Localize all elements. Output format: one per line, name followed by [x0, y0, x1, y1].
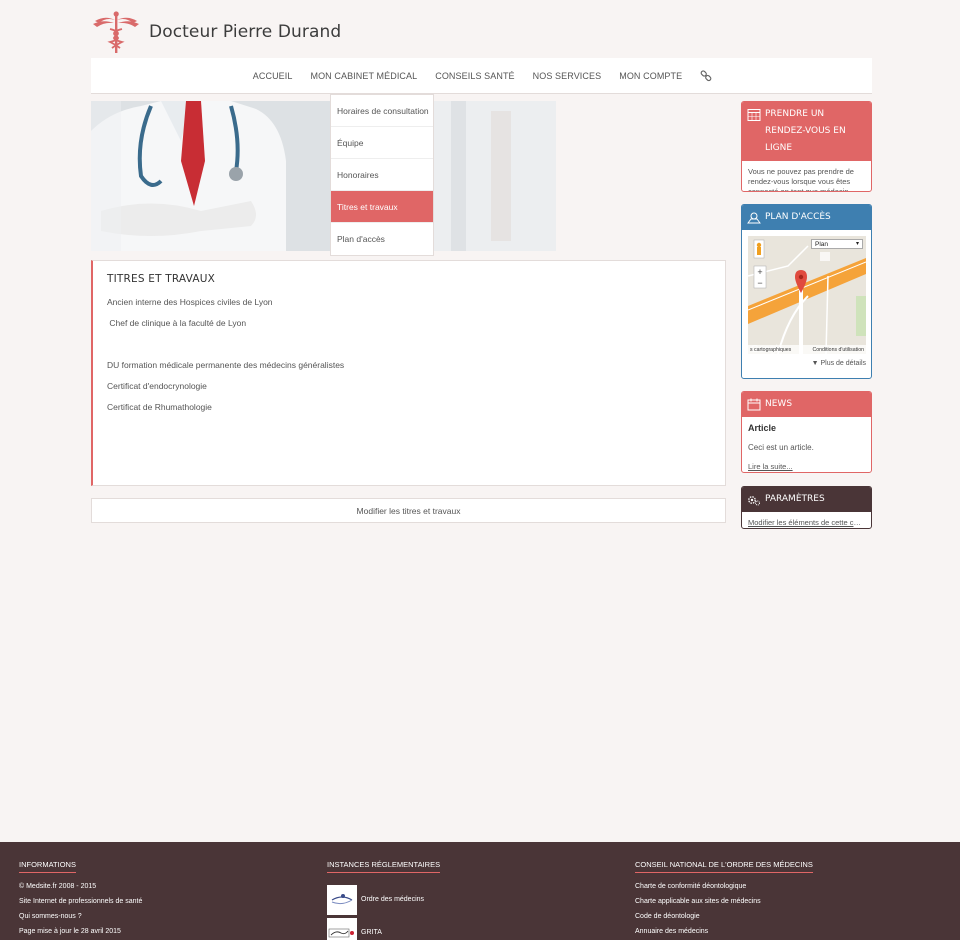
- news-article-title[interactable]: Article: [748, 423, 865, 433]
- calendar-icon: [747, 398, 761, 411]
- cabinet-dropdown-menu: Horaires de consultation Équipe Honorair…: [330, 94, 434, 256]
- grita-logo-icon: [327, 917, 357, 940]
- content-line: Ancien interne des Hospices civiles de L…: [107, 297, 273, 307]
- footer-link[interactable]: Site Internet de professionnels de santé: [19, 898, 142, 913]
- footer-instance-label: Ordre des médecins: [361, 896, 425, 903]
- nav-item-accueil[interactable]: Accueil: [244, 58, 302, 93]
- content-line: Chef de clinique à la faculté de Lyon: [107, 318, 247, 328]
- page-title: Titres et travaux: [107, 273, 216, 285]
- footer-link[interactable]: Charte de conformité déontologique: [635, 883, 813, 898]
- footer-link[interactable]: Charte applicable aux sites de médecins: [635, 898, 813, 913]
- footer-link[interactable]: Code de déontologie: [635, 913, 813, 928]
- footer-title-informations: Informations: [19, 860, 76, 873]
- map-terms-link[interactable]: Conditions d'utilisation: [813, 347, 864, 353]
- site-footer: Informations © Medsite.fr 2008 - 2015 Si…: [0, 842, 960, 940]
- gear-icon: [748, 496, 760, 506]
- widget-title-rdv[interactable]: Prendre un rendez-vous en ligne: [765, 106, 866, 157]
- footer-instance-grita[interactable]: GRITA: [327, 916, 440, 940]
- widget-header-rdv: Prendre un rendez-vous en ligne: [742, 102, 871, 161]
- footer-col-instances: Instances réglementaires Ordre des médec…: [327, 854, 441, 940]
- menu-item-titres-travaux[interactable]: Titres et travaux: [331, 191, 433, 223]
- widget-title-map[interactable]: Plan d'accès: [765, 209, 831, 226]
- footer-copyright: © Medsite.fr 2008 - 2015: [19, 883, 97, 890]
- nav-item-conseils-sante[interactable]: Conseils santé: [426, 58, 523, 93]
- hero-image-doctor: [91, 101, 556, 251]
- site-header: Docteur Pierre Durand: [91, 8, 341, 56]
- content-line-empty: [107, 339, 711, 360]
- nav-item-mon-compte[interactable]: Mon compte: [610, 58, 691, 93]
- svg-text:+: +: [757, 267, 762, 277]
- chevron-down-icon: ▾: [855, 241, 859, 247]
- widget-title-params: Paramètres: [765, 494, 825, 504]
- menu-item-equipe[interactable]: Équipe: [331, 127, 433, 159]
- news-article-text: Ceci est un article.: [748, 443, 814, 452]
- footer-link[interactable]: Qui sommes-nous ?: [19, 913, 142, 928]
- widget-header-params: Paramètres: [742, 487, 871, 512]
- titres-travaux-panel: Titres et travaux Ancien interne des Hos…: [91, 260, 726, 486]
- widget-news: News Article Ceci est un article. Lire l…: [741, 391, 872, 473]
- caduceus-logo-icon: [93, 11, 139, 53]
- content-line: DU formation médicale permanente des méd…: [107, 360, 345, 370]
- map-more-details-link[interactable]: ▼ Plus de détails: [742, 354, 871, 367]
- footer-title-conseil: Conseil national de l'ordre des médecins: [635, 860, 813, 873]
- map-type-select[interactable]: Plan ▾: [811, 239, 863, 249]
- widget-header-news: News: [742, 392, 871, 417]
- edit-titres-button[interactable]: Modifier les titres et travaux: [91, 498, 726, 523]
- map-footer: s cartographiques Conditions d'utilisati…: [748, 345, 866, 354]
- content-line: Certificat d'endocrynologie: [107, 381, 207, 391]
- news-read-more-link[interactable]: Lire la suite...: [748, 462, 865, 472]
- map-type-label: Plan: [815, 241, 829, 248]
- calendar-icon: [747, 109, 761, 121]
- footer-instance-label: GRITA: [361, 929, 382, 936]
- widget-plan-acces: Plan d'accès + − Google Plan ▾: [741, 204, 872, 379]
- footer-col-informations: Informations © Medsite.fr 2008 - 2015 Si…: [19, 854, 142, 940]
- nav-item-nos-services[interactable]: Nos services: [524, 58, 611, 93]
- ordre-medecins-logo-icon: [327, 884, 357, 915]
- site-title[interactable]: Docteur Pierre Durand: [149, 22, 341, 42]
- main-navbar: Accueil Mon cabinet médical Conseils san…: [91, 58, 872, 94]
- widget-parametres: Paramètres Modifier les éléments de cett…: [741, 486, 872, 529]
- nav-item-links[interactable]: [691, 58, 721, 93]
- params-edit-link[interactable]: Modifier les éléments de cette colonne: [748, 518, 865, 528]
- nav-item-mon-cabinet[interactable]: Mon cabinet médical: [301, 58, 426, 93]
- footer-instance-ordre[interactable]: Ordre des médecins: [327, 883, 440, 916]
- doctor-illustration: [91, 101, 556, 251]
- google-map[interactable]: + − Google Plan ▾ s cartographiques Cond…: [748, 236, 866, 354]
- footer-title-instances: Instances réglementaires: [327, 860, 441, 873]
- widget-rendez-vous: Prendre un rendez-vous en ligne Vous ne …: [741, 101, 872, 192]
- link-icon: [700, 69, 712, 81]
- map-credit: s cartographiques: [750, 346, 792, 353]
- widget-text-rdv: Vous ne pouvez pas prendre de rendez-vou…: [748, 167, 854, 192]
- footer-updated: Page mise à jour le 28 avril 2015: [19, 928, 121, 935]
- map-tiles: + − Google: [748, 236, 866, 354]
- widget-title-news[interactable]: News: [765, 396, 792, 413]
- svg-text:−: −: [757, 278, 762, 288]
- content-line: Certificat de Rhumathologie: [107, 402, 212, 412]
- widget-header-map: Plan d'accès: [742, 205, 871, 230]
- footer-col-conseil: Conseil national de l'ordre des médecins…: [635, 854, 813, 940]
- menu-item-honoraires[interactable]: Honoraires: [331, 159, 433, 191]
- menu-item-plan-acces[interactable]: Plan d'accès: [331, 223, 433, 255]
- menu-item-horaires[interactable]: Horaires de consultation: [331, 95, 433, 127]
- footer-link[interactable]: Annuaire des médecins: [635, 928, 813, 940]
- map-pin-icon: [747, 212, 761, 224]
